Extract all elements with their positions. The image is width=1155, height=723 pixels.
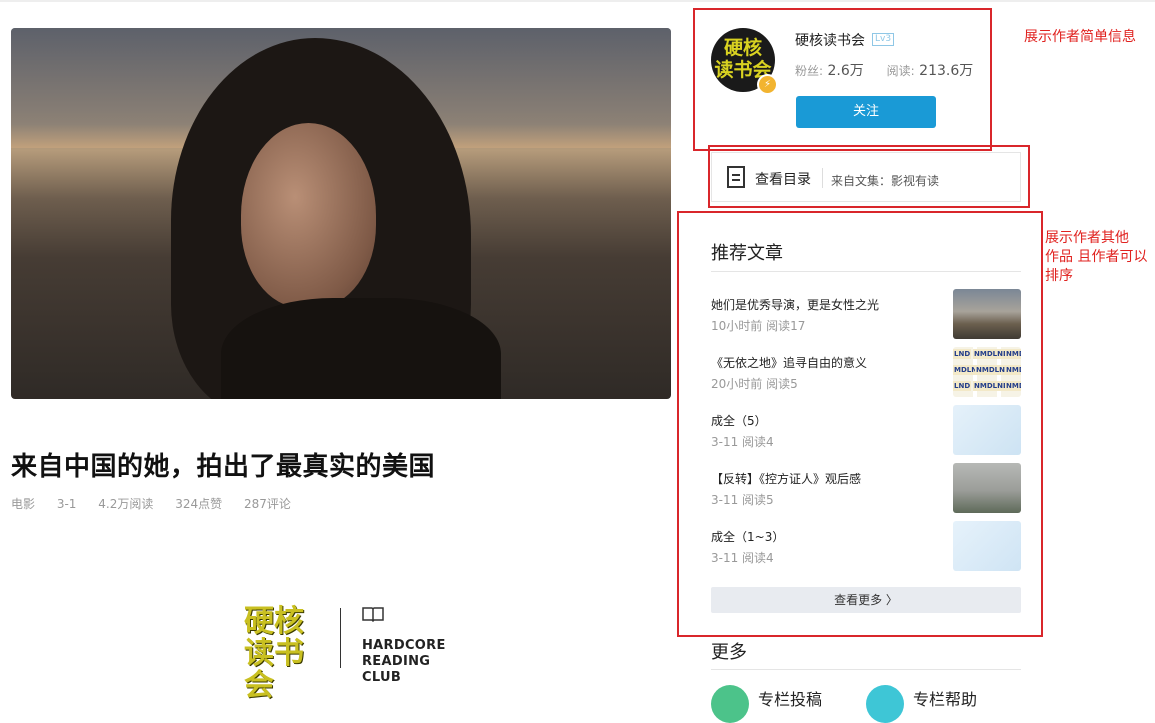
logo-en: HARDCORE READING CLUB bbox=[362, 638, 446, 685]
item-meta: 3-11 阅读5 bbox=[711, 493, 774, 507]
collection-source[interactable]: 来自文集：影视有读 bbox=[831, 172, 939, 189]
reads-label: 阅读: bbox=[886, 64, 915, 78]
verified-badge-icon: ⚡ bbox=[757, 74, 778, 95]
item-thumbnail[interactable] bbox=[953, 463, 1021, 513]
view-more-button[interactable]: 查看更多 〉 bbox=[711, 587, 1021, 613]
meta-category[interactable]: 电影 bbox=[11, 497, 35, 511]
recommended-title: 推荐文章 bbox=[711, 243, 783, 264]
catalog-separator bbox=[822, 168, 823, 188]
meta-date: 3-1 bbox=[56, 497, 77, 511]
item-meta: 10小时前 阅读17 bbox=[711, 319, 806, 333]
level-badge: Lv3 bbox=[872, 33, 895, 46]
help-icon[interactable] bbox=[866, 685, 904, 723]
list-item[interactable]: 《无依之地》追寻自由的意义 20小时前 阅读5 LNDNMDLNDNMD MDL… bbox=[711, 347, 1021, 397]
item-title[interactable]: 成全（1~3） bbox=[711, 528, 784, 545]
author-name[interactable]: 硬核读书会 bbox=[795, 30, 865, 50]
fans-label: 粉丝: bbox=[795, 64, 824, 78]
catalog-icon bbox=[727, 166, 745, 188]
fans-count: 2.6万 bbox=[827, 63, 864, 79]
item-title[interactable]: 她们是优秀导演，更是女性之光 bbox=[711, 296, 879, 313]
logo-divider bbox=[340, 608, 341, 668]
list-item[interactable]: 她们是优秀导演，更是女性之光 10小时前 阅读17 bbox=[711, 289, 1021, 339]
article-title: 来自中国的她，拍出了最真实的美国 bbox=[11, 452, 436, 482]
item-title[interactable]: 成全（5） bbox=[711, 412, 767, 429]
meta-likes: 324点赞 bbox=[175, 497, 223, 511]
more-divider bbox=[711, 669, 1021, 670]
list-item[interactable]: 【反转】《控方证人》观后感 3-11 阅读5 bbox=[711, 463, 1021, 513]
item-thumbnail[interactable] bbox=[953, 405, 1021, 455]
meta-comments[interactable]: 287评论 bbox=[244, 497, 291, 511]
view-catalog-link[interactable]: 查看目录 bbox=[755, 169, 811, 189]
logo-cn: 硬核 读书会 bbox=[244, 604, 304, 703]
more-section-title: 更多 bbox=[711, 642, 747, 663]
item-title[interactable]: 《无依之地》追寻自由的意义 bbox=[711, 354, 867, 371]
item-meta: 20小时前 阅读5 bbox=[711, 377, 798, 391]
reads-count: 213.6万 bbox=[919, 63, 974, 79]
top-divider bbox=[0, 0, 1155, 2]
follow-button[interactable]: 关注 bbox=[796, 96, 936, 128]
annotation-author-info: 展示作者简单信息 bbox=[1024, 29, 1136, 45]
article-cover-image bbox=[11, 28, 671, 399]
help-link[interactable]: 专栏帮助 bbox=[913, 686, 977, 710]
item-title[interactable]: 【反转】《控方证人》观后感 bbox=[711, 470, 861, 487]
hardcore-reading-club-logo: 硬核 读书会 HARDCORE READING CLUB bbox=[244, 604, 464, 703]
item-meta: 3-11 阅读4 bbox=[711, 551, 774, 565]
book-icon bbox=[362, 606, 384, 627]
list-item[interactable]: 成全（5） 3-11 阅读4 bbox=[711, 405, 1021, 455]
list-item[interactable]: 成全（1~3） 3-11 阅读4 bbox=[711, 521, 1021, 571]
submit-link[interactable]: 专栏投稿 bbox=[758, 686, 822, 710]
annotation-other-works: 展示作者其他 作品 且作者可以 排序 bbox=[1045, 230, 1148, 284]
article-meta: 电影 3-1 4.2万阅读 324点赞 287评论 bbox=[11, 495, 309, 512]
item-thumbnail[interactable] bbox=[953, 289, 1021, 339]
recommended-divider bbox=[711, 271, 1021, 272]
item-thumbnail[interactable]: LNDNMDLNDNMD MDLNDNMDLNDNMD LNDNMDLNDNMD bbox=[953, 347, 1021, 397]
author-stats: 粉丝: 2.6万 阅读: 213.6万 bbox=[795, 60, 973, 80]
meta-reads: 4.2万阅读 bbox=[98, 497, 154, 511]
item-thumbnail[interactable] bbox=[953, 521, 1021, 571]
submit-icon[interactable] bbox=[711, 685, 749, 723]
item-meta: 3-11 阅读4 bbox=[711, 435, 774, 449]
